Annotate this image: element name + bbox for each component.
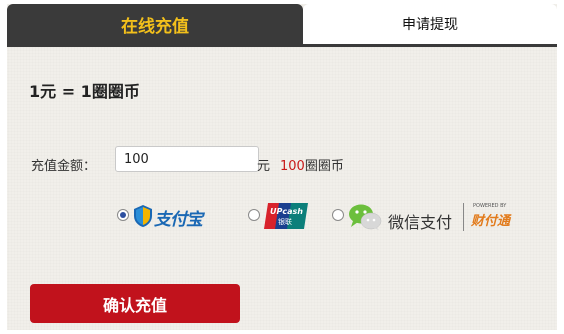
- wechat-icon[interactable]: [348, 203, 382, 231]
- exchange-rate-text: 1元 = 1圈圈币: [29, 82, 140, 101]
- coins-equivalent: 100圈圈币: [280, 155, 344, 174]
- coins-value: 100: [280, 159, 305, 174]
- tab-online-recharge[interactable]: 在线充值: [7, 4, 303, 44]
- amount-input[interactable]: [115, 146, 259, 172]
- coins-unit: 圈圈币: [304, 159, 344, 174]
- unionpay-logo[interactable]: UPcash 银联: [264, 201, 308, 231]
- wechat-pay-label[interactable]: 微信支付: [388, 209, 452, 233]
- tab-underline: [7, 44, 557, 47]
- tab-apply-withdraw[interactable]: 申请提现: [303, 4, 557, 44]
- amount-label: 充值金额：: [31, 159, 97, 174]
- amount-unit: 元: [257, 159, 271, 174]
- payment-divider: [463, 203, 464, 231]
- unionpay-radio[interactable]: [248, 209, 260, 221]
- alipay-logo-text: 支付宝: [154, 210, 203, 230]
- wechat-radio[interactable]: [332, 209, 344, 221]
- recharge-panel: 在线充值 申请提现 1元 = 1圈圈币 充值金额： 元 100圈圈币 支付宝 U…: [7, 4, 557, 330]
- tenpay-powered-by: POWERED BY: [473, 203, 507, 209]
- tenpay-logo-text: 财付通: [471, 214, 511, 229]
- unionpay-logo-text: UPcash: [270, 207, 303, 216]
- confirm-recharge-button[interactable]: 确认充值: [30, 284, 240, 323]
- unionpay-sub-text: 银联: [278, 218, 292, 226]
- tenpay-logo[interactable]: POWERED BY 财付通: [467, 203, 523, 233]
- alipay-shield-icon: [134, 205, 152, 227]
- alipay-logo[interactable]: 支付宝: [133, 201, 233, 231]
- wechat-bubbles-icon: [349, 204, 382, 230]
- tab-bar: 在线充值 申请提现: [7, 4, 557, 44]
- alipay-radio[interactable]: [117, 209, 129, 221]
